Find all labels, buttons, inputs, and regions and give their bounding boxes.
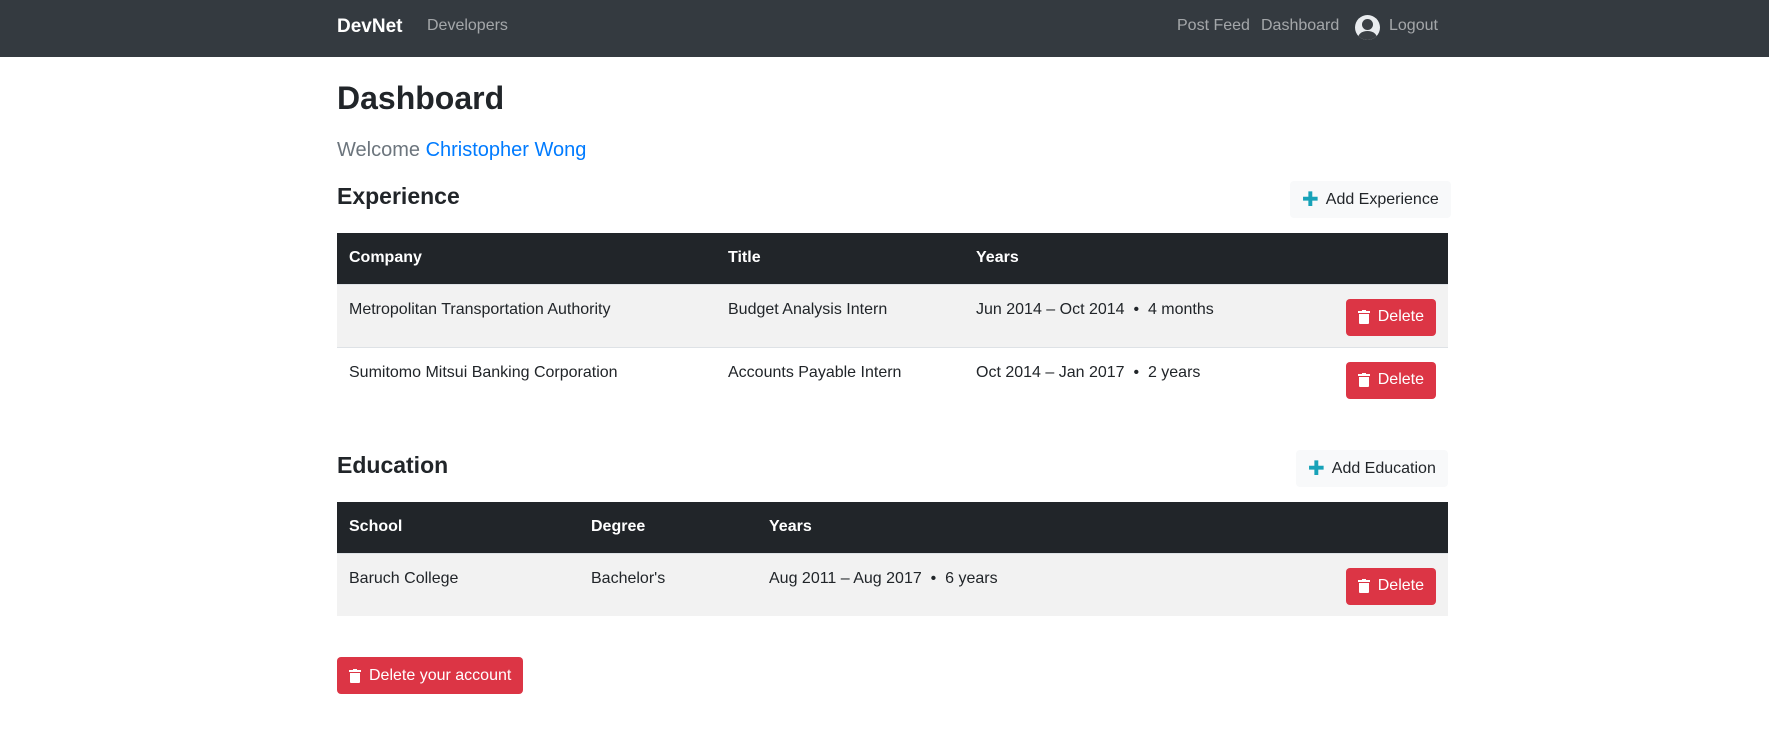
nav-link-post-feed[interactable]: Post Feed — [1177, 17, 1250, 35]
add-experience-button[interactable]: ✚ Add Experience — [1290, 181, 1451, 218]
column-header-years: Years — [769, 518, 812, 536]
experience-years: Oct 2014 – Jan 2017 • 2 years — [964, 346, 1304, 410]
education-school: Baruch College — [337, 552, 579, 616]
trash-icon — [1357, 579, 1370, 593]
table-row: Baruch College Bachelor's Aug 2011 – Aug… — [337, 552, 1448, 616]
trash-icon — [1357, 310, 1370, 324]
education-table-header: School Degree Years — [337, 502, 1448, 553]
welcome-message: Welcome Christopher Wong — [337, 139, 586, 162]
nav-link-developers[interactable]: Developers — [427, 17, 508, 35]
page-title: Dashboard — [337, 80, 505, 116]
delete-account-wrapper: Delete your account — [337, 657, 524, 694]
delete-experience-button[interactable]: Delete — [1345, 298, 1436, 336]
top-navbar: DevNet Developers Post Feed Dashboard Lo… — [0, 0, 1769, 57]
table-row: Metropolitan Transportation Authority Bu… — [337, 283, 1448, 347]
trash-icon — [349, 668, 361, 683]
experience-title: Budget Analysis Intern — [716, 283, 964, 347]
experience-table-header: Company Title Years — [337, 233, 1448, 284]
nav-link-dashboard[interactable]: Dashboard — [1261, 17, 1339, 35]
experience-years: Jun 2014 – Oct 2014 • 4 months — [964, 283, 1304, 347]
delete-label: Delete — [1377, 308, 1424, 325]
delete-account-label: Delete your account — [369, 666, 512, 684]
column-header-action — [1304, 502, 1448, 553]
education-section-title: Education — [337, 452, 449, 478]
user-avatar-icon[interactable] — [1355, 15, 1380, 40]
plus-icon: ✚ — [1302, 188, 1319, 211]
nav-link-logout[interactable]: Logout — [1389, 17, 1438, 35]
plus-icon: ✚ — [1308, 457, 1325, 480]
delete-account-button[interactable]: Delete your account — [337, 657, 524, 694]
column-header-title: Title — [728, 249, 761, 267]
experience-section-title: Experience — [337, 183, 460, 209]
experience-company: Sumitomo Mitsui Banking Corporation — [337, 346, 716, 410]
delete-label: Delete — [1377, 371, 1424, 388]
column-header-company: Company — [349, 249, 422, 267]
education-action-cell: Delete — [1304, 552, 1448, 616]
trash-icon — [1357, 373, 1370, 387]
column-header-school: School — [349, 518, 403, 536]
experience-table: Company Title Years Metropolitan Transpo… — [337, 233, 1448, 410]
table-row: Sumitomo Mitsui Banking Corporation Acco… — [337, 346, 1448, 410]
experience-company: Metropolitan Transportation Authority — [337, 283, 716, 347]
experience-action-cell: Delete — [1304, 346, 1448, 410]
brand-logo-link[interactable]: DevNet — [337, 16, 402, 38]
column-header-action — [1304, 233, 1448, 284]
delete-label: Delete — [1377, 577, 1424, 594]
education-table: School Degree Years Baruch College Bache… — [337, 502, 1448, 616]
welcome-prefix: Welcome — [337, 139, 420, 161]
education-years: Aug 2011 – Aug 2017 • 6 years — [757, 552, 1304, 616]
experience-action-cell: Delete — [1304, 283, 1448, 347]
delete-experience-button[interactable]: Delete — [1345, 361, 1436, 399]
experience-title: Accounts Payable Intern — [716, 346, 964, 410]
add-education-label: Add Education — [1331, 459, 1436, 477]
profile-name-link[interactable]: Christopher Wong — [426, 139, 587, 161]
add-education-button[interactable]: ✚ Add Education — [1296, 450, 1448, 487]
education-degree: Bachelor's — [579, 552, 757, 616]
add-experience-label: Add Experience — [1325, 190, 1439, 208]
column-header-years: Years — [976, 249, 1019, 267]
delete-education-button[interactable]: Delete — [1345, 567, 1436, 605]
column-header-degree: Degree — [591, 518, 646, 536]
